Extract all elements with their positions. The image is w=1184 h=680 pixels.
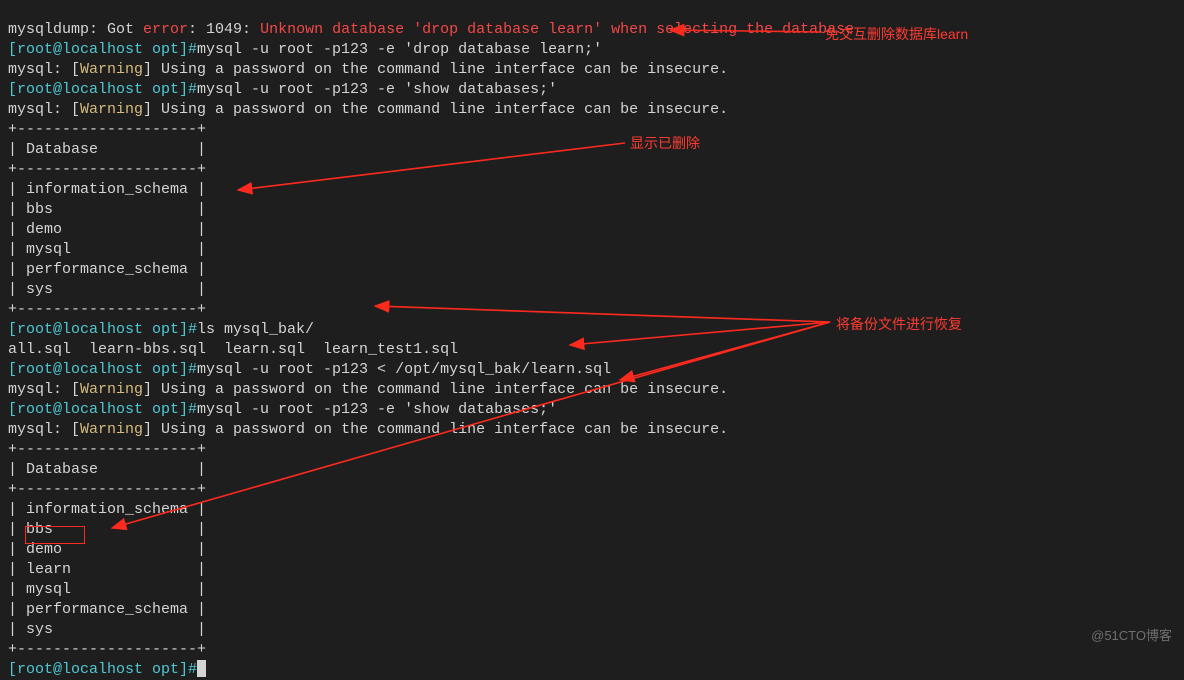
table-row: | information_schema | xyxy=(8,501,206,518)
command-restore: mysql -u root -p123 < /opt/mysql_bak/lea… xyxy=(197,361,611,378)
command-show-db2: mysql -u root -p123 -e 'show databases;' xyxy=(197,401,557,418)
table-row: | sys | xyxy=(8,281,206,298)
table-row: | mysql | xyxy=(8,241,206,258)
prompt[interactable]: [root@localhost opt]# xyxy=(8,401,197,418)
table-row: | performance_schema | xyxy=(8,261,206,278)
prompt[interactable]: [root@localhost opt]# xyxy=(8,661,197,678)
error-word: error xyxy=(143,21,188,38)
ls-output: all.sql learn-bbs.sql learn.sql learn_te… xyxy=(8,341,458,358)
table-row: | bbs | xyxy=(8,201,206,218)
table-border: +--------------------+ xyxy=(8,121,206,138)
table-row-learn: | learn | xyxy=(8,561,206,578)
annotation-deleted: 显示已删除 xyxy=(630,133,700,153)
command-show-db: mysql -u root -p123 -e 'show databases;' xyxy=(197,81,557,98)
command-drop-db: mysql -u root -p123 -e 'drop database le… xyxy=(197,41,602,58)
table-row: | mysql | xyxy=(8,581,206,598)
table-row: | performance_schema | xyxy=(8,601,206,618)
annotation-restore: 将备份文件进行恢复 xyxy=(836,314,962,334)
watermark: @51CTO博客 xyxy=(1091,626,1172,646)
prompt[interactable]: [root@localhost opt]# xyxy=(8,361,197,378)
highlight-box-learn xyxy=(25,526,85,544)
error-msg: Unknown database 'drop database learn' w… xyxy=(260,21,854,38)
command-ls: ls mysql_bak/ xyxy=(197,321,314,338)
prompt[interactable]: [root@localhost opt]# xyxy=(8,41,197,58)
terminal-output: mysqldump: Got error: 1049: Unknown data… xyxy=(8,0,854,680)
line-error-prefix: mysqldump: Got xyxy=(8,21,143,38)
table-row: | sys | xyxy=(8,621,206,638)
prompt[interactable]: [root@localhost opt]# xyxy=(8,81,197,98)
warning-word: Warning xyxy=(80,61,143,78)
prompt[interactable]: [root@localhost opt]# xyxy=(8,321,197,338)
cursor[interactable] xyxy=(197,660,206,677)
table-header: | Database | xyxy=(8,141,206,158)
table-row: | demo | xyxy=(8,221,206,238)
annotation-drop-db: 免交互删除数据库learn xyxy=(825,24,968,44)
table-row: | information_schema | xyxy=(8,181,206,198)
table-header: | Database | xyxy=(8,461,206,478)
